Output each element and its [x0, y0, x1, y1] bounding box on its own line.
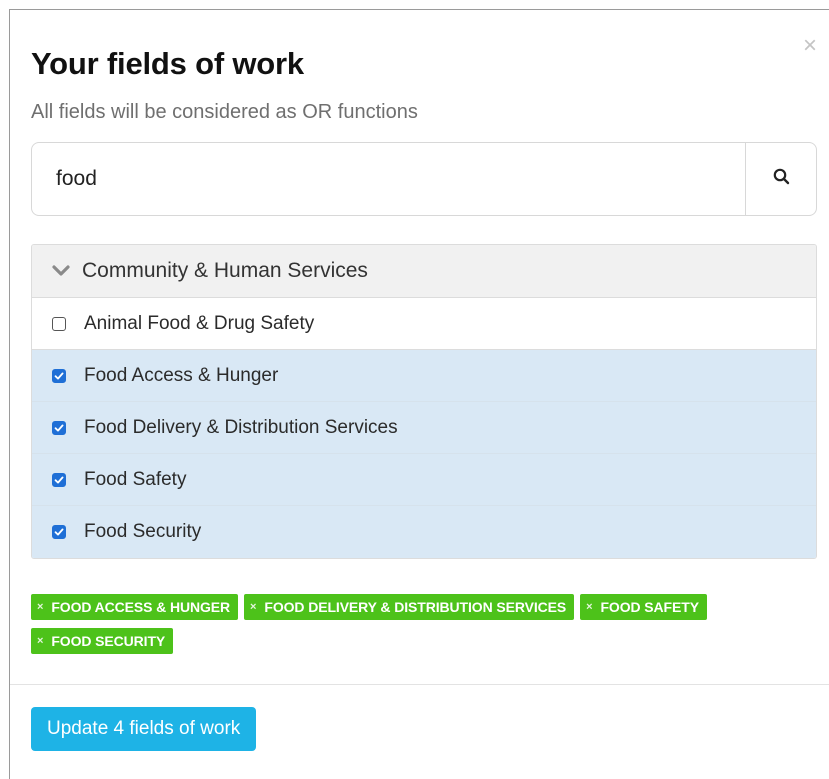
checkbox-checked[interactable] — [52, 420, 66, 435]
tag-label: FOOD SAFETY — [600, 599, 699, 615]
check-icon — [54, 476, 64, 483]
search-box — [31, 142, 817, 216]
list-item-food-security[interactable]: Food Security — [32, 506, 816, 558]
checkbox-checked[interactable] — [52, 472, 66, 487]
selected-tags: × FOOD ACCESS & HUNGER × FOOD DELIVERY &… — [31, 594, 821, 654]
tag-food-delivery-distribution: × FOOD DELIVERY & DISTRIBUTION SERVICES — [244, 594, 575, 620]
tag-label: FOOD ACCESS & HUNGER — [51, 599, 231, 615]
modal-title: Your fields of work — [31, 46, 304, 81]
list-item-label: Food Safety — [84, 468, 187, 490]
search-input[interactable] — [32, 143, 745, 215]
remove-tag-icon[interactable]: × — [250, 601, 256, 613]
list-item-food-delivery-distribution[interactable]: Food Delivery & Distribution Services — [32, 402, 816, 454]
fields-list: Community & Human Services Animal Food &… — [31, 244, 817, 559]
list-item-animal-food-drug-safety[interactable]: Animal Food & Drug Safety — [32, 298, 816, 350]
checkbox-checked[interactable] — [52, 368, 66, 383]
checkbox-unchecked[interactable] — [52, 316, 66, 331]
list-item-food-access-hunger[interactable]: Food Access & Hunger — [32, 350, 816, 402]
check-icon — [54, 528, 64, 536]
list-item-label: Food Security — [84, 521, 202, 542]
remove-tag-icon[interactable]: × — [37, 601, 43, 613]
tag-food-security: × FOOD SECURITY — [31, 628, 174, 654]
tag-food-access-hunger: × FOOD ACCESS & HUNGER — [31, 594, 239, 620]
check-icon — [54, 424, 64, 431]
check-icon — [54, 372, 64, 379]
chevron-down-icon — [52, 265, 70, 277]
fields-of-work-modal: × Your fields of work All fields will be… — [9, 9, 829, 779]
tag-label: FOOD SECURITY — [51, 633, 166, 649]
checkbox-checked[interactable] — [52, 525, 66, 539]
tag-food-safety: × FOOD SAFETY — [580, 594, 707, 620]
group-label: Community & Human Services — [82, 259, 368, 282]
modal-subtitle: All fields will be considered as OR func… — [31, 101, 418, 123]
list-item-label: Food Access & Hunger — [84, 364, 279, 386]
search-icon — [773, 168, 790, 190]
list-item-label: Animal Food & Drug Safety — [84, 312, 315, 334]
update-fields-button[interactable]: Update 4 fields of work — [31, 707, 257, 751]
list-item-food-safety[interactable]: Food Safety — [32, 454, 816, 506]
footer-divider — [10, 684, 829, 685]
list-item-label: Food Delivery & Distribution Services — [84, 416, 398, 438]
remove-tag-icon[interactable]: × — [586, 601, 592, 613]
remove-tag-icon[interactable]: × — [37, 635, 43, 647]
close-icon[interactable]: × — [803, 34, 817, 58]
search-button[interactable] — [745, 143, 816, 215]
group-header-community-human-services[interactable]: Community & Human Services — [32, 245, 816, 298]
tag-label: FOOD DELIVERY & DISTRIBUTION SERVICES — [264, 599, 567, 615]
